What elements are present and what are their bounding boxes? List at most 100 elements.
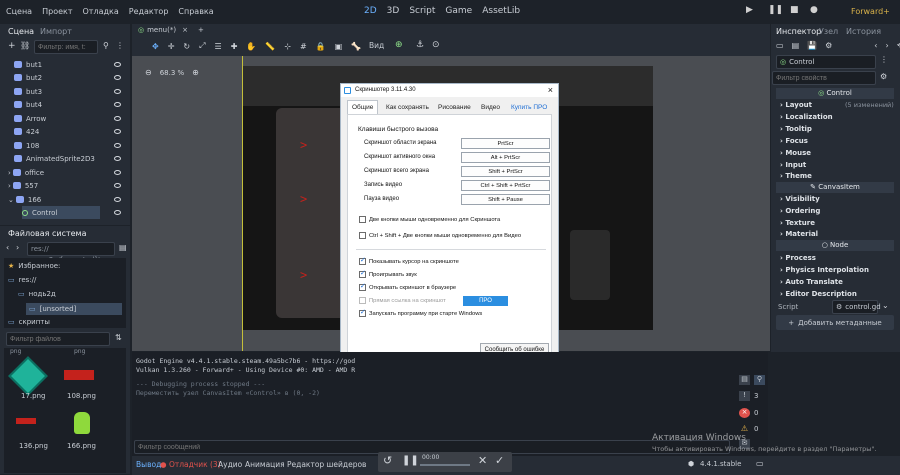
folder-item[interactable]: ▭ res:// bbox=[8, 276, 36, 284]
link-icon[interactable]: ⛓ bbox=[20, 41, 30, 50]
visibility-icon[interactable] bbox=[114, 62, 121, 67]
filesystem-title[interactable]: Файловая система bbox=[8, 229, 86, 238]
renderer-select[interactable]: Forward+ bbox=[851, 7, 890, 16]
file-name[interactable]: 166.png bbox=[67, 442, 96, 450]
section-tooltip[interactable]: › Tooltip bbox=[780, 125, 812, 133]
pivot-tool-icon[interactable]: ✚ bbox=[231, 42, 238, 51]
visibility-icon[interactable] bbox=[114, 170, 121, 175]
split-view-icon[interactable]: ▤ bbox=[119, 243, 127, 252]
search-icon[interactable]: ⚲ bbox=[754, 375, 765, 385]
hotkey-button[interactable]: Alt + PrtScr bbox=[461, 152, 550, 163]
clear-log-icon[interactable]: ▤ bbox=[739, 375, 750, 385]
tree-node[interactable]: but4 bbox=[14, 98, 42, 111]
visibility-icon[interactable] bbox=[114, 183, 121, 188]
section-texture[interactable]: › Texture bbox=[780, 219, 815, 227]
tab-audio[interactable]: Аудио bbox=[218, 460, 242, 469]
scene-tab[interactable]: ◎ menu(*) × + bbox=[138, 26, 204, 34]
inspected-object-select[interactable]: ◎ Control bbox=[776, 55, 876, 69]
mode-assetlib[interactable]: AssetLib bbox=[482, 6, 520, 16]
pan-tool-icon[interactable]: ✋ bbox=[246, 42, 256, 51]
tab-buy-pro[interactable]: Купить ПРО bbox=[506, 100, 552, 114]
section-material[interactable]: › Material bbox=[780, 230, 818, 238]
grid-toggle-icon[interactable]: # bbox=[300, 42, 307, 51]
expand-arrow-icon[interactable]: › bbox=[8, 169, 11, 177]
tab-import[interactable]: Импорт bbox=[40, 27, 72, 36]
open-in-browser-checkbox[interactable]: Открывать скриншот в браузере bbox=[359, 282, 456, 291]
pro-badge[interactable]: ПРО bbox=[463, 296, 508, 306]
object-menu-icon[interactable]: ⋮ bbox=[880, 55, 888, 64]
menu-help[interactable]: Справка bbox=[178, 7, 213, 16]
tab-drawing[interactable]: Рисование bbox=[433, 100, 476, 114]
rotate-tool-icon[interactable]: ↻ bbox=[183, 42, 190, 51]
restart-icon[interactable]: ↺ bbox=[383, 454, 392, 467]
section-theme[interactable]: › Theme bbox=[780, 172, 812, 180]
tree-node[interactable]: 108 bbox=[14, 139, 39, 152]
expand-arrow-icon[interactable]: › bbox=[8, 182, 11, 190]
script-field[interactable]: ⚙ control.gd bbox=[832, 300, 881, 314]
tab-inspector[interactable]: Инспектор bbox=[776, 27, 821, 36]
lock-icon[interactable]: 🔒 bbox=[316, 42, 326, 51]
group-icon[interactable]: ▣ bbox=[335, 42, 343, 51]
snap-toggle-icon[interactable]: ⊹ bbox=[284, 42, 291, 51]
menu-debug[interactable]: Отладка bbox=[83, 7, 119, 16]
info-icon[interactable]: ! bbox=[739, 391, 750, 401]
hotkey-button[interactable]: PrtScr bbox=[461, 138, 550, 149]
tree-node[interactable]: Arrow bbox=[14, 112, 46, 125]
close-icon[interactable]: × bbox=[548, 84, 553, 97]
settings-icon[interactable]: ⚙ bbox=[880, 72, 887, 81]
visibility-icon[interactable] bbox=[114, 75, 121, 80]
section-localization[interactable]: › Localization bbox=[780, 113, 833, 121]
scale-tool-icon[interactable]: ⤢ bbox=[199, 41, 205, 51]
two-buttons-video-checkbox[interactable]: Ctrl + Shift + Две кнопки мыши одновреме… bbox=[359, 232, 521, 239]
ruler-tool-icon[interactable]: 📏 bbox=[265, 42, 275, 51]
mode-script[interactable]: Script bbox=[409, 6, 435, 16]
direct-link-checkbox[interactable]: Прямая ссылка на скриншот bbox=[359, 297, 446, 304]
hand-cursor-thumbnail-icon[interactable] bbox=[74, 412, 90, 434]
section-ordering[interactable]: › Ordering bbox=[780, 207, 820, 215]
file-name[interactable]: 136.png bbox=[19, 442, 48, 450]
play-sound-checkbox[interactable]: Проигрывать звук bbox=[359, 269, 417, 278]
file-name[interactable]: 17.png bbox=[21, 392, 45, 400]
forward-icon[interactable]: › bbox=[16, 243, 19, 252]
tab-debugger[interactable]: ● Отладчик (3) bbox=[160, 460, 221, 469]
visibility-icon[interactable] bbox=[114, 143, 121, 148]
select-tool-icon[interactable]: ✥ bbox=[152, 42, 159, 51]
tree-node[interactable]: › office bbox=[8, 166, 44, 179]
visibility-icon[interactable] bbox=[114, 129, 121, 134]
visibility-icon[interactable] bbox=[114, 116, 121, 121]
confirm-icon[interactable]: ✓ bbox=[495, 454, 504, 467]
section-editor-description[interactable]: › Editor Description bbox=[780, 290, 857, 298]
two-buttons-screenshot-checkbox[interactable]: Две кнопки мыши одновременно для Скриншо… bbox=[359, 216, 500, 223]
autostart-checkbox[interactable]: Запускать программу при старте Windows bbox=[359, 308, 482, 317]
visibility-icon[interactable] bbox=[114, 102, 121, 107]
folder-item[interactable]: ▭ скрипты bbox=[8, 318, 50, 326]
stop-icon[interactable]: ■ bbox=[790, 5, 804, 19]
zoom-out-icon[interactable]: ⊖ bbox=[145, 68, 152, 77]
filesystem-path-field[interactable]: res://нодь2д/[unsorted]/ bbox=[27, 242, 115, 264]
hotkey-button[interactable]: Shift + PrtScr bbox=[461, 166, 550, 177]
forward-icon[interactable]: › bbox=[885, 41, 888, 50]
hotkey-button[interactable]: Ctrl + Shift + PrtScr bbox=[461, 180, 550, 191]
section-process[interactable]: › Process bbox=[780, 254, 816, 262]
save-icon[interactable]: 💾 bbox=[807, 41, 817, 50]
file-name[interactable]: 108.png bbox=[67, 392, 96, 400]
favorites-item[interactable]: ★ Избранное: bbox=[8, 262, 60, 270]
tab-general[interactable]: Общие bbox=[347, 100, 379, 114]
filter-icon[interactable]: ⚲ bbox=[103, 41, 109, 50]
menu-scene[interactable]: Сцена bbox=[6, 7, 32, 16]
tree-node[interactable]: but2 bbox=[14, 71, 42, 84]
view-menu[interactable]: Вид bbox=[369, 41, 384, 50]
visibility-icon[interactable] bbox=[114, 197, 121, 202]
tree-node[interactable]: but1 bbox=[14, 58, 42, 71]
tree-node[interactable]: 424 bbox=[14, 125, 39, 138]
tree-node-selected[interactable]: Control bbox=[22, 206, 100, 219]
play-icon[interactable]: ▶ bbox=[746, 5, 760, 19]
section-focus[interactable]: › Focus bbox=[780, 137, 808, 145]
folder-item-selected[interactable]: ▭ [unsorted] bbox=[26, 303, 122, 315]
version-label[interactable]: 4.4.1.stable bbox=[700, 460, 741, 468]
tab-video[interactable]: Видео bbox=[476, 100, 505, 114]
diamond-thumbnail-icon[interactable] bbox=[8, 356, 48, 396]
visibility-icon[interactable] bbox=[114, 156, 121, 161]
skeleton-icon[interactable]: 🦴 bbox=[351, 42, 361, 51]
hotkey-button[interactable]: Shift + Pause bbox=[461, 194, 550, 205]
